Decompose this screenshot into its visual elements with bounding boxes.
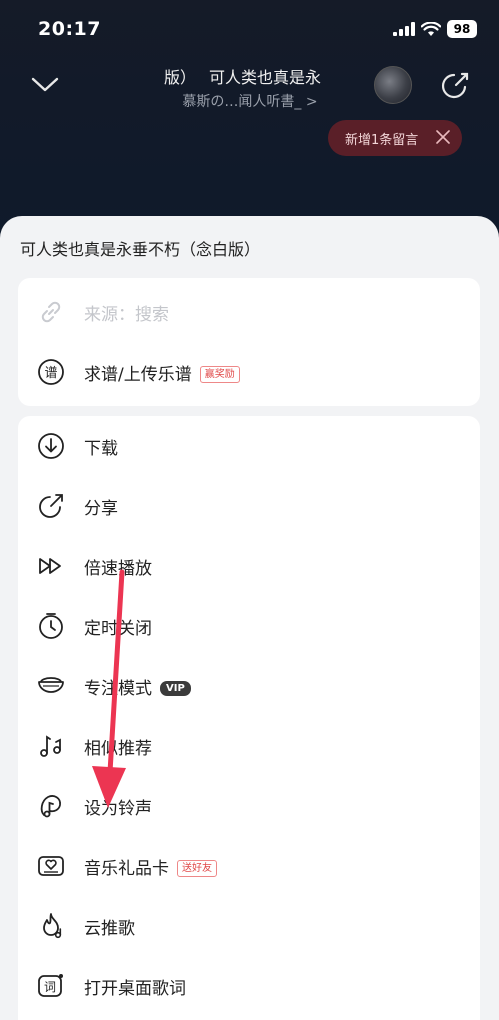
speed-icon [39,558,61,574]
menu-item-label: 设为铃声 [84,798,152,819]
menu-item-cloud-recommend[interactable]: 云推歌 [18,896,480,956]
reward-badge: 赢奖励 [199,366,240,383]
close-icon[interactable] [436,130,450,144]
player-header: 版） 可人类也真是永 慕斯の…闻人听書_ > 新增1条留言 [0,56,499,166]
menu-item-label: 相似推荐 [84,738,152,759]
svg-text:谱: 谱 [44,366,57,381]
menu-item-label: 分享 [84,498,118,519]
wifi-icon [421,21,441,36]
source-row: 来源：搜索 [18,282,480,342]
menu-item-label: 下载 [84,438,118,459]
status-bar: 20:17 98 [0,0,499,56]
menu-item-label: 云推歌 [84,918,135,939]
menu-item-gift-card[interactable]: 音乐礼品卡 送好友 [18,836,480,896]
new-comment-toast[interactable]: 新增1条留言 [328,120,462,156]
source-card: 来源：搜索 谱 求谱/上传乐谱 赢奖励 [18,278,480,406]
song-title[interactable]: 版） 可人类也真是永 [130,64,355,88]
vip-badge: VIP [160,681,191,696]
send-friend-badge: 送好友 [177,860,217,877]
menu-item-label: 定时关闭 [84,618,152,639]
menu-item-label: 专注模式 [84,678,152,699]
more-options-sheet: 可人类也真是永垂不朽（念白版） 来源：搜索 谱 求谱/上传乐谱 赢奖励 下载 分… [0,216,499,1020]
share-button[interactable] [438,68,472,102]
battery-indicator: 98 [447,20,477,38]
music-notes-icon [40,735,61,757]
song-artist[interactable]: 慕斯の…闻人听書_ > [150,91,350,111]
request-score-row[interactable]: 谱 求谱/上传乐谱 赢奖励 [18,342,480,402]
menu-item-share[interactable]: 分享 [18,476,480,536]
collapse-button[interactable] [28,68,62,102]
menu-item-similar-recommend[interactable]: 相似推荐 [18,716,480,776]
menu-item-label: 打开桌面歌词 [84,978,186,999]
status-icons: 98 [393,19,477,39]
toast-text: 新增1条留言 [345,132,419,148]
sheet-title: 可人类也真是永垂不朽（念白版） [20,240,261,259]
timer-icon [39,613,63,639]
menu-item-set-ringtone[interactable]: 设为铃声 [18,776,480,836]
artist-avatar[interactable] [374,66,412,104]
ringtone-icon [40,795,61,818]
focus-icon [38,677,64,693]
download-icon [38,433,64,459]
menu-card: 下载 分享 倍速播放 定时关闭 专注模式 VIP 相似推荐 设为铃声 音乐礼品卡… [18,416,480,1020]
status-time: 20:17 [38,18,101,40]
menu-item-focus-mode[interactable]: 专注模式 VIP [18,656,480,716]
share-icon [442,72,469,99]
gift-card-icon [38,856,64,876]
score-icon: 谱 [38,359,64,385]
menu-item-label: 倍速播放 [84,558,152,579]
menu-item-playback-speed[interactable]: 倍速播放 [18,536,480,596]
menu-item-label: 音乐礼品卡 [84,858,169,879]
signal-icon [393,22,415,36]
menu-item-sleep-timer[interactable]: 定时关闭 [18,596,480,656]
share-icon [39,494,63,518]
svg-text:词: 词 [44,980,56,994]
source-label: 来源：搜索 [84,304,169,325]
request-score-label: 求谱/上传乐谱 [84,364,192,385]
menu-item-download[interactable]: 下载 [18,416,480,476]
menu-item-desktop-lyrics[interactable]: 词 打开桌面歌词 [18,956,480,1016]
chevron-down-icon [31,77,59,92]
cloud-recommend-icon [43,913,62,939]
desktop-lyrics-icon: 词 [38,974,63,997]
link-icon [41,301,61,323]
